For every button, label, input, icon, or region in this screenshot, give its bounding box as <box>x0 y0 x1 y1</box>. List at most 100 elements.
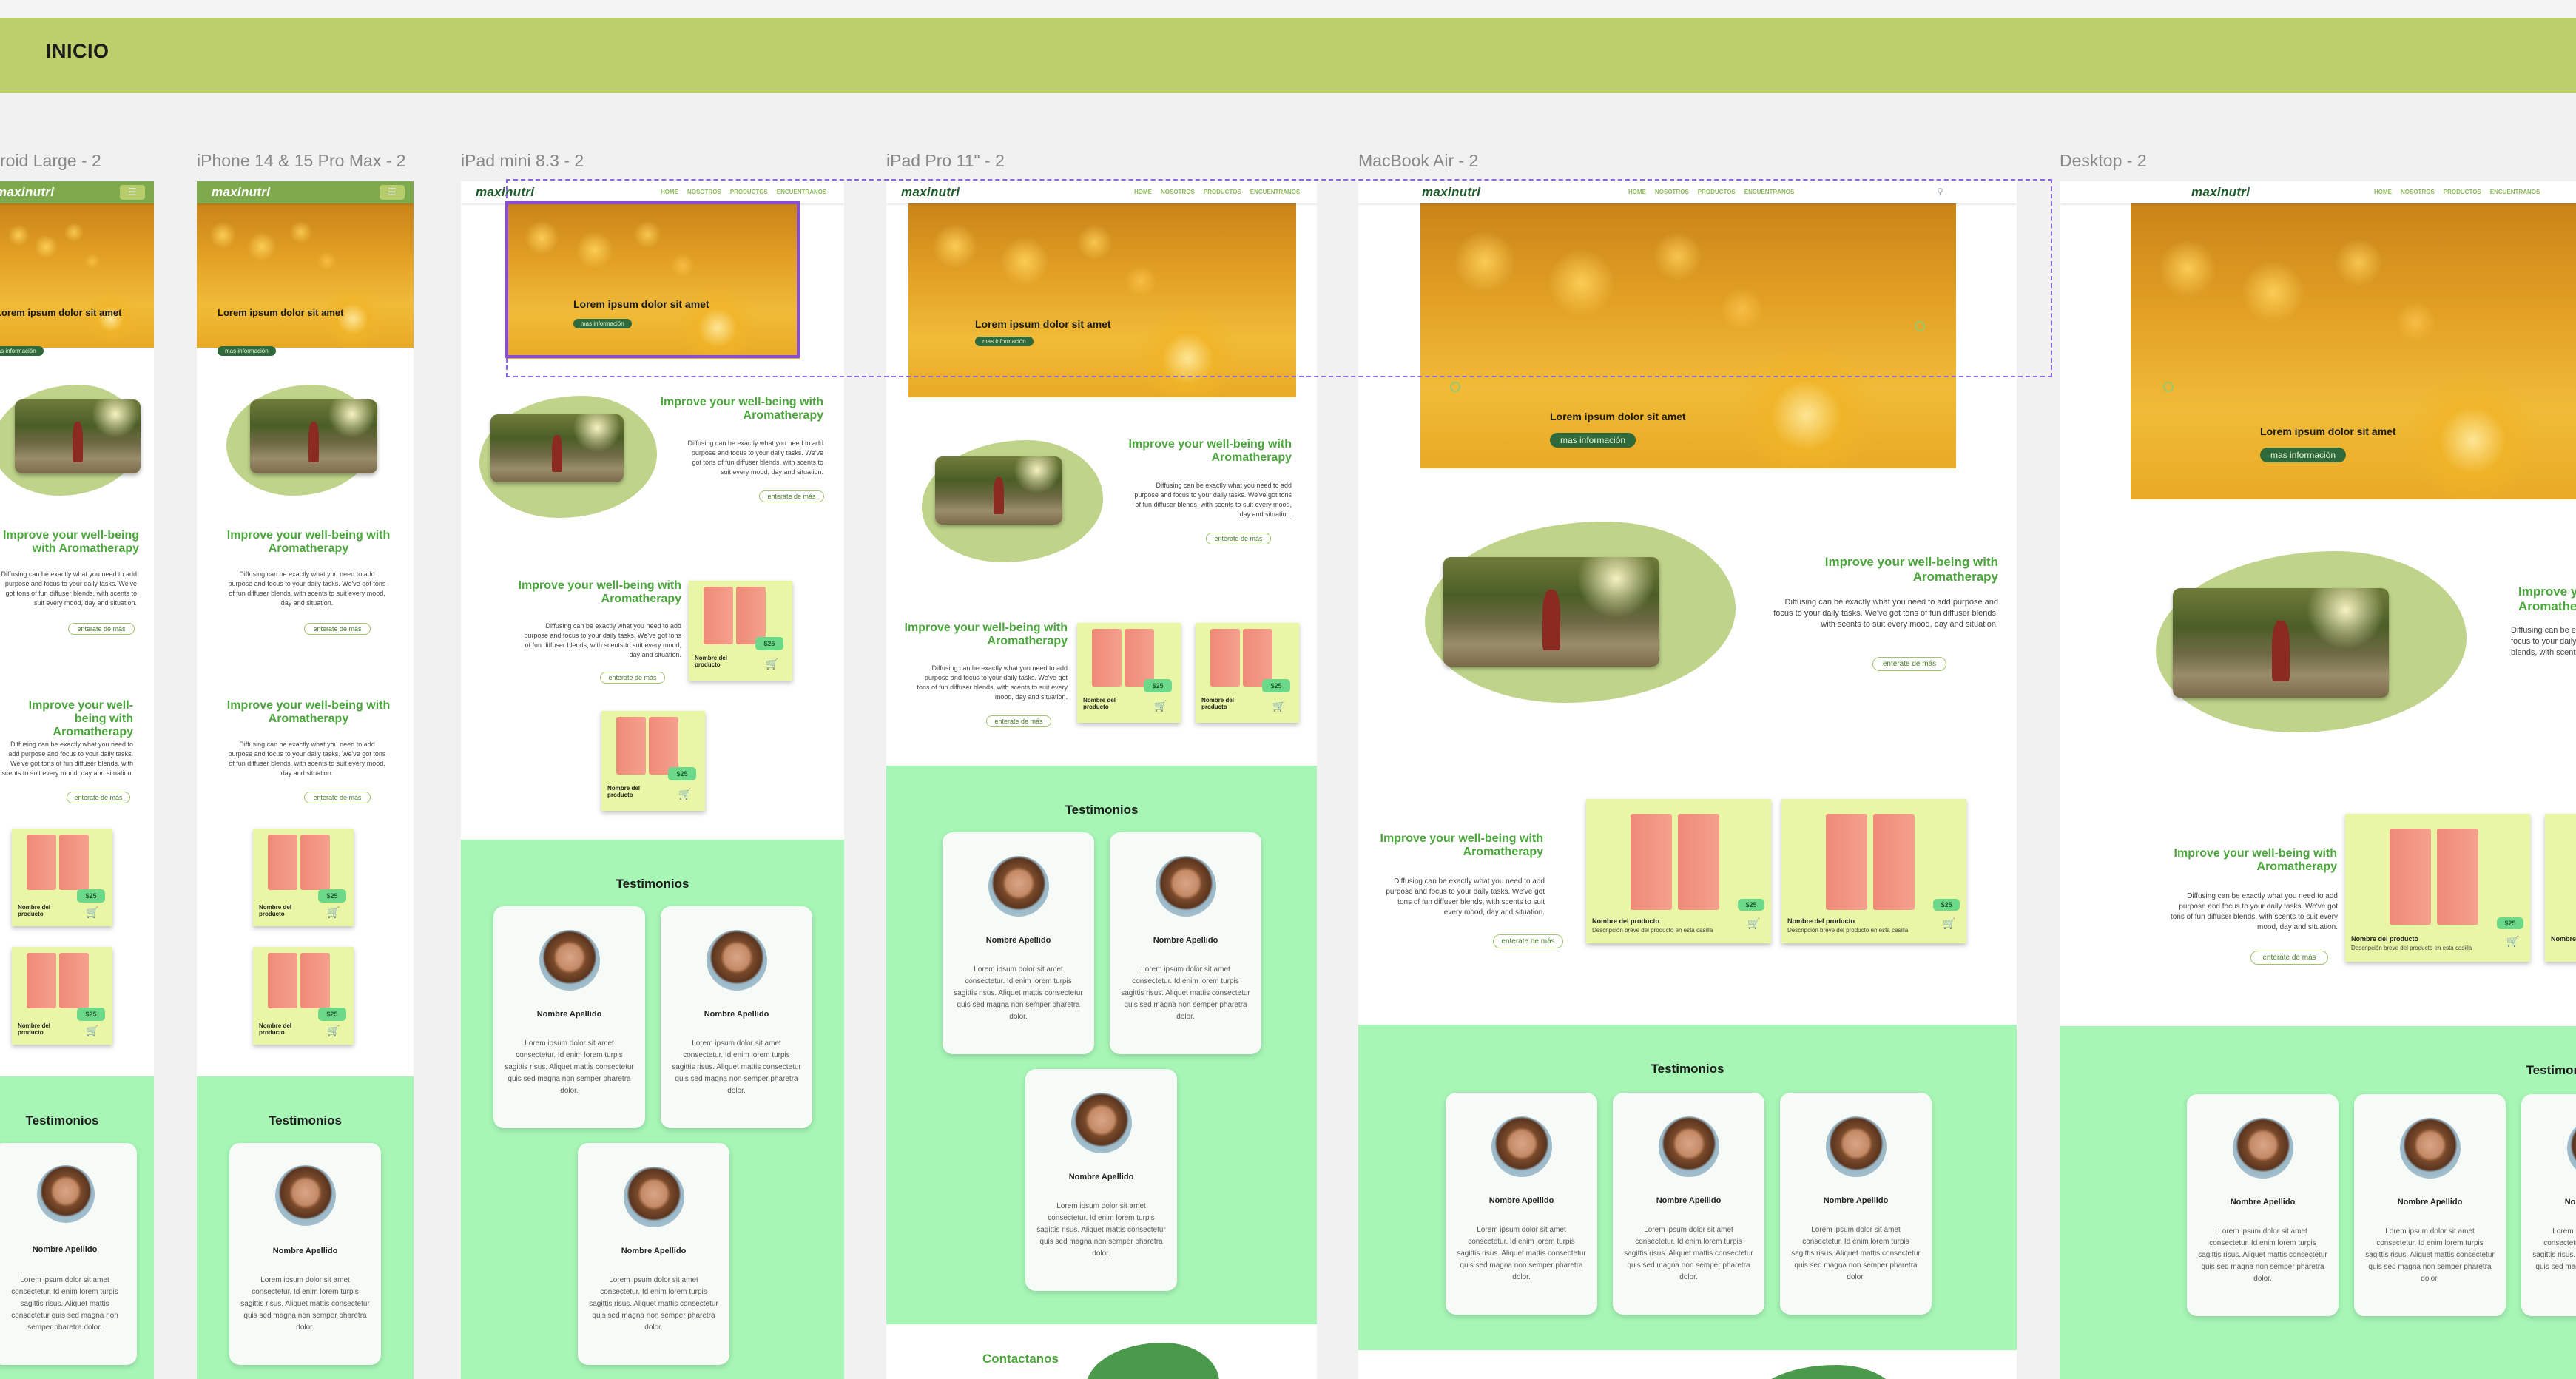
more-button-2[interactable]: enterate de más <box>1493 934 1563 948</box>
feature-text-2: Diffusing can be exactly what you need t… <box>1 741 133 777</box>
product-image <box>268 953 297 1008</box>
cart-icon[interactable]: 🛒 <box>678 788 691 800</box>
feature-title: Improve your well-being with Aromatherap… <box>2518 584 2576 613</box>
logo[interactable]: maxinutri <box>0 185 54 200</box>
cart-icon[interactable]: 🛒 <box>1272 700 1285 712</box>
hero-button[interactable]: mas información <box>218 346 276 356</box>
more-button-2[interactable]: enterate de más <box>600 672 665 684</box>
more-button[interactable]: enterate de más <box>1206 533 1271 544</box>
product-card[interactable]: $25 Nombre del producto 🛒 <box>253 947 354 1045</box>
avatar <box>707 930 767 991</box>
hero-button[interactable]: mas información <box>1550 433 1636 448</box>
product-card[interactable]: $25 Nombre del producto Descripción brev… <box>2345 814 2530 962</box>
product-image <box>1125 629 1154 687</box>
feature-title-2: Improve your well-being with Aromatherap… <box>904 621 1068 647</box>
frame-label-ipad-mini[interactable]: iPad mini 8.3 - 2 <box>461 151 584 171</box>
nav-link-productos[interactable]: PRODUCTOS <box>2444 189 2481 195</box>
connection-node-icon[interactable] <box>1450 382 1460 392</box>
product-card[interactable]: $25 Nombre del producto 🛒 <box>601 711 705 811</box>
section-banner: INICIO <box>0 18 2576 93</box>
price-badge: $25 <box>1144 679 1172 692</box>
cart-icon[interactable]: 🛒 <box>1747 917 1760 930</box>
testimonial-card: Nombre Apellido Lorem ipsum dolor sit am… <box>1110 832 1261 1054</box>
avatar <box>1156 856 1216 917</box>
product-card[interactable]: $25 Nombre del producto 🛒 <box>253 829 354 926</box>
testimonial-name: Nombre Apellido <box>1153 936 1218 945</box>
avatar <box>1659 1116 1719 1177</box>
more-button[interactable]: enterate de más <box>1872 657 1946 671</box>
product-name: Nombre del producto <box>259 904 292 917</box>
cart-icon[interactable]: 🛒 <box>327 906 340 919</box>
feature-text: Diffusing can be exactly what you need t… <box>687 439 823 476</box>
cart-icon[interactable]: 🛒 <box>2506 935 2519 948</box>
logo[interactable]: maxinutri <box>212 185 270 200</box>
testimonial-text: Lorem ipsum dolor sit amet consectetur. … <box>1036 1202 1166 1258</box>
more-button-2[interactable]: enterate de más <box>67 792 130 803</box>
nav-link-encuentranos[interactable]: ENCUENTRANOS <box>2490 189 2540 195</box>
cart-icon[interactable]: 🛒 <box>86 906 98 919</box>
frame-label-ipad-pro[interactable]: iPad Pro 11" - 2 <box>886 151 1005 171</box>
price-badge: $25 <box>1933 899 1960 911</box>
testimonial-card: Nombre Apellido Lorem ipsum dolor sit am… <box>229 1143 381 1365</box>
selected-hero-frame[interactable] <box>505 201 800 358</box>
product-name: Nombre del producto <box>695 655 728 668</box>
more-button[interactable]: enterate de más <box>68 623 135 635</box>
frame-android[interactable]: maxinutri ☰ Lorem ipsum dolor sit amet m… <box>0 181 154 1379</box>
cart-icon[interactable]: 🛒 <box>327 1025 340 1037</box>
logo[interactable]: maxinutri <box>2191 185 2250 200</box>
product-name: Nombre del producto <box>2551 935 2576 943</box>
more-button[interactable]: enterate de más <box>304 623 371 635</box>
product-card[interactable]: $25 Nombre del producto 🛒 <box>1077 623 1181 723</box>
frame-label-android[interactable]: roid Large - 2 <box>0 151 101 171</box>
nav-link-home[interactable]: HOME <box>2374 189 2392 195</box>
product-card[interactable]: $25 Nombre del producto Descripción brev… <box>1586 799 1771 943</box>
more-button[interactable]: enterate de más <box>759 490 824 502</box>
hamburger-icon[interactable]: ☰ <box>120 185 145 200</box>
frame-label-macbook[interactable]: MacBook Air - 2 <box>1358 151 1478 171</box>
hero-button[interactable]: mas información <box>2260 448 2347 462</box>
feature-title-2: Improve your well-being with Aromatherap… <box>226 699 391 725</box>
product-card[interactable]: $25 Nombre del producto 🛒 <box>12 829 112 926</box>
product-name: Nombre del producto <box>1083 697 1116 710</box>
cart-icon[interactable]: 🛒 <box>1154 700 1167 712</box>
cart-icon[interactable]: 🛒 <box>86 1025 98 1037</box>
more-button-2[interactable]: enterate de más <box>2250 951 2328 965</box>
product-desc: Descripción breve del producto en esta c… <box>1592 927 1713 934</box>
product-card[interactable]: $25 Nombre del producto Descripción brev… <box>1781 799 1966 943</box>
connection-node-icon[interactable] <box>2163 382 2174 392</box>
cart-icon[interactable]: 🛒 <box>1943 917 1955 930</box>
product-card[interactable]: $25 Nombre del producto 🛒 <box>12 947 112 1045</box>
feature-image <box>2173 588 2389 698</box>
feature-image <box>250 399 377 473</box>
testimonials-section: Testimonios Nombre Apellido Lorem ipsum … <box>0 1076 154 1379</box>
product-image <box>2390 829 2431 925</box>
product-card[interactable]: $25 Nombre del producto 🛒 <box>689 581 792 681</box>
avatar <box>988 856 1049 917</box>
frame-iphone[interactable]: maxinutri ☰ Lorem ipsum dolor sit amet m… <box>197 181 414 1379</box>
testimonial-card: Nombre Apellido Lorem ipsum dolor sit am… <box>2354 1094 2506 1316</box>
price-badge: $25 <box>668 767 696 780</box>
product-card[interactable]: Nombre del producto <box>2545 814 2576 962</box>
product-card[interactable]: $25 Nombre del producto 🛒 <box>1196 623 1299 723</box>
more-button-2[interactable]: enterate de más <box>986 715 1051 727</box>
testimonial-card: Nombre Apellido Lorem ipsum dolor sit am… <box>2521 1094 2576 1316</box>
nav-link-nosotros[interactable]: NOSOTROS <box>2401 189 2435 195</box>
connection-node-icon[interactable] <box>1915 321 1925 331</box>
testimonial-name: Nombre Apellido <box>32 1245 98 1254</box>
feature-title: Improve your well-being with Aromatherap… <box>660 396 823 422</box>
feature-title-2: Improve your well-being with Aromatherap… <box>2174 847 2337 873</box>
product-image <box>1678 814 1719 910</box>
frame-desktop[interactable]: maxinutri HOME NOSOTROS PRODUCTOS ENCUEN… <box>2060 181 2576 1379</box>
price-badge: $25 <box>318 889 346 903</box>
frame-label-iphone[interactable]: iPhone 14 & 15 Pro Max - 2 <box>197 151 406 171</box>
testimonial-name: Nombre Apellido <box>536 1010 602 1019</box>
hamburger-icon[interactable]: ☰ <box>380 185 405 200</box>
hero-button[interactable]: mas información <box>0 346 44 356</box>
cart-icon[interactable]: 🛒 <box>766 658 778 670</box>
avatar <box>2400 1118 2461 1179</box>
frame-label-desktop[interactable]: Desktop - 2 <box>2060 151 2147 171</box>
more-button-2[interactable]: enterate de más <box>304 792 371 803</box>
price-badge: $25 <box>1738 899 1764 911</box>
product-image <box>1826 814 1867 910</box>
testimonial-text: Lorem ipsum dolor sit amet consectetur. … <box>589 1276 718 1332</box>
